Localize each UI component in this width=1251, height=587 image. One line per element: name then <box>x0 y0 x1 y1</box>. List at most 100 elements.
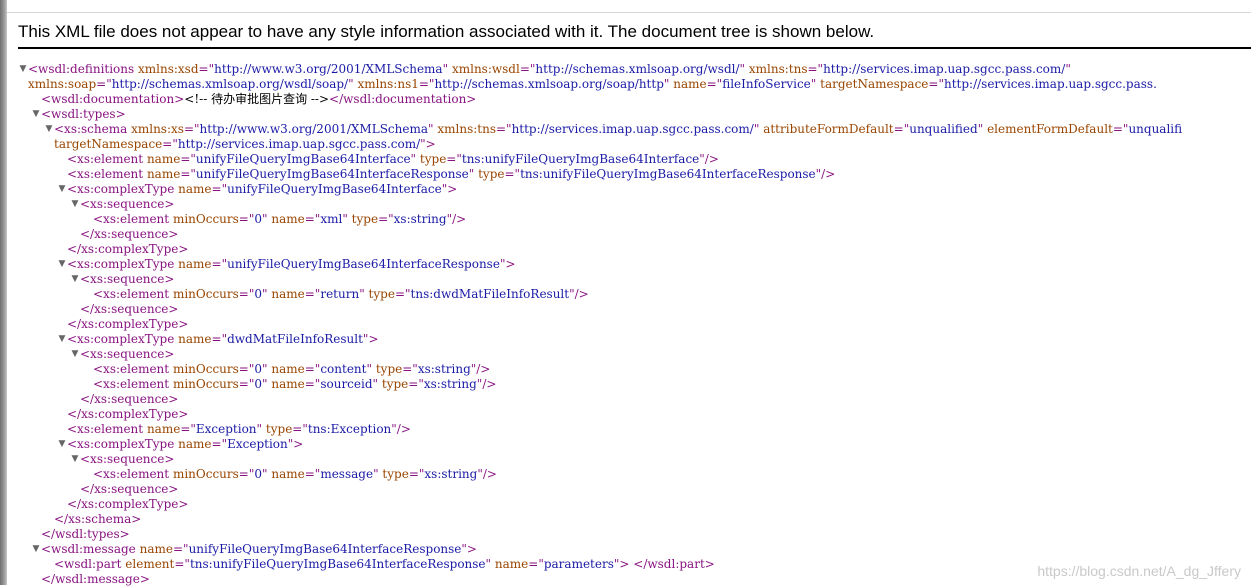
xml-line-content: <xs:sequence> <box>80 272 174 287</box>
xml-line-content: <xs:complexType name="Exception"> <box>67 437 303 452</box>
xml-tag-text: "> <box>613 557 630 571</box>
xml-tag-text: "/> <box>476 377 497 391</box>
xml-tag-text: =" <box>96 77 112 91</box>
xml-tag-text: =" <box>198 62 215 76</box>
xml-attr-value: return <box>320 287 360 301</box>
xml-line-content: </xs:complexType> <box>67 317 188 332</box>
xml-attr-value: 0 <box>254 377 263 391</box>
xml-tag-text: " <box>1065 62 1071 76</box>
collapse-toggle-icon[interactable]: ▼ <box>57 257 67 272</box>
collapse-toggle-icon[interactable]: ▼ <box>44 122 54 137</box>
xml-attr-name: minOccurs <box>172 362 239 376</box>
collapse-toggle-icon[interactable]: ▼ <box>70 452 80 467</box>
xml-line-content: </xs:complexType> <box>67 497 188 512</box>
xml-attr-value: 0 <box>254 212 263 226</box>
xml-tag-text: "> <box>420 137 436 151</box>
xml-line-content: <xs:sequence> <box>80 452 174 467</box>
xml-attr-name: type <box>478 167 505 181</box>
xml-line-content: <wsdl:part element="tns:unifyFileQueryIm… <box>54 557 715 572</box>
xml-attr-value: http://services.imap.uap.sgcc.pass.com/ <box>823 62 1066 76</box>
xml-tag-text: =" <box>519 62 536 76</box>
xml-tag-text: =" <box>1112 122 1129 136</box>
xml-attr-value: http://services.imap.uap.sgcc.pass.com/ <box>177 137 421 151</box>
xml-line-content: <xs:element minOccurs="0" name="xml" typ… <box>93 212 466 227</box>
collapse-toggle-icon[interactable]: ▼ <box>57 437 67 452</box>
xml-tree-line: ▼ <xs:sequence> <box>0 272 1251 287</box>
xml-attr-name: xmlns:tns <box>748 62 808 76</box>
xml-attr-value: http://schemas.xmlsoap.org/wsdl/ <box>535 62 740 76</box>
xml-line-content: </wsdl:types> <box>41 527 130 542</box>
xml-line-content: <wsdl:definitions xmlns:xsd="http://www.… <box>28 62 1071 77</box>
xml-tag-text: "/> <box>446 212 467 226</box>
collapse-toggle-icon[interactable]: ▼ <box>57 182 67 197</box>
watermark: https://blog.csdn.net/A_dg_Jffery <box>1037 563 1241 579</box>
xml-tree-line: <xs:element minOccurs="0" name="xml" typ… <box>0 212 1251 227</box>
xml-attr-name: xmlns:wsdl <box>451 62 520 76</box>
collapse-toggle-icon[interactable]: ▼ <box>18 62 28 77</box>
xml-tag-text: </xs:sequence> <box>80 482 179 496</box>
xml-tag-text: <xs:element <box>67 422 144 436</box>
xml-tag-text: =" <box>180 167 196 181</box>
xml-tag-text: "> <box>287 437 304 451</box>
xml-line-content: </xs:schema> <box>54 512 141 527</box>
xml-attr-name: type <box>265 422 293 436</box>
xml-tag-text: =" <box>928 77 944 91</box>
xml-line-content: <wsdl:documentation><!-- 待办审批图片查询 --></w… <box>41 92 476 107</box>
xml-tag-text: <xs:schema <box>54 122 128 136</box>
xml-tag-text: <xs:element <box>93 212 170 226</box>
xml-tag-text: " <box>359 287 365 301</box>
xml-attr-name: type <box>381 377 409 391</box>
xml-attr-name: name <box>271 287 305 301</box>
xml-tag-text: "/> <box>569 287 589 301</box>
xml-tag-text: =" <box>172 542 189 556</box>
collapse-toggle-icon[interactable]: ▼ <box>57 332 67 347</box>
xml-tag-text: </xs:complexType> <box>67 317 189 331</box>
xml-tag-text: =" <box>180 152 196 166</box>
xml-tag-text: =" <box>304 377 321 391</box>
xml-attr-name: xmlns:soap <box>28 77 97 91</box>
xml-tag-text: <xs:complexType <box>67 257 175 271</box>
xml-tag-text: =" <box>394 287 411 301</box>
xml-attr-name: targetNamespace <box>820 77 929 91</box>
xml-line-content: <xs:element minOccurs="0" name="sourceid… <box>93 377 496 392</box>
xml-attr-value: 0 <box>254 467 263 481</box>
xml-tag-text: "/> <box>470 362 491 376</box>
xml-tag-text: =" <box>304 467 321 481</box>
xml-attr-name: type <box>382 467 409 481</box>
xml-line-content: <xs:element minOccurs="0" name="content"… <box>93 362 490 377</box>
collapse-toggle-icon[interactable]: ▼ <box>31 542 41 557</box>
collapse-toggle-icon[interactable]: ▼ <box>70 197 80 212</box>
xml-tag-text: <wsdl:message <box>41 542 136 556</box>
xml-tag-text: "> <box>362 332 379 346</box>
xml-tag-text: =" <box>495 122 512 136</box>
xml-tag-text: <xs:element <box>93 287 170 301</box>
xml-tree-line: ▼ <wsdl:definitions xmlns:xsd="http://www… <box>0 62 1251 77</box>
xml-tree-line: ▼ <wsdl:types> <box>0 107 1251 122</box>
xml-attr-value: unifyFileQueryImgBase64InterfaceResponse <box>227 257 500 271</box>
xml-line-content: <wsdl:message name="unifyFileQueryImgBas… <box>41 542 477 557</box>
xml-tag-text: <wsdl:definitions <box>28 62 135 76</box>
collapse-toggle-icon[interactable]: ▼ <box>70 272 80 287</box>
xml-tag-text: =" <box>893 122 910 136</box>
xml-tag-text: =" <box>238 287 255 301</box>
xml-attr-name: xmlns:xs <box>131 122 184 136</box>
xml-tag-text: =" <box>304 212 321 226</box>
xml-tree-line: </xs:sequence> <box>0 302 1251 317</box>
xml-attr-value: dwdMatFileInfoResult <box>227 332 363 346</box>
xml-tree-line: <xs:element minOccurs="0" name="return" … <box>0 287 1251 302</box>
xml-tag-text: </wsdl:part> <box>633 557 715 571</box>
xml-attr-name: name <box>271 212 305 226</box>
xml-tag-text: <xs:element <box>93 377 170 391</box>
collapse-toggle-icon[interactable]: ▼ <box>31 107 41 122</box>
xml-tag-text: =" <box>238 467 255 481</box>
xml-tag-text: <xs:sequence> <box>80 197 175 211</box>
xml-attr-name: xmlns:ns1 <box>357 77 419 91</box>
xml-line-content: <xs:element name="unifyFileQueryImgBase6… <box>67 152 719 167</box>
xml-line-content: <xs:sequence> <box>80 347 174 362</box>
xml-tag-text: <xs:element <box>67 152 144 166</box>
xml-attr-value: unifyFileQueryImgBase64InterfaceResponse <box>195 167 469 181</box>
collapse-toggle-icon[interactable]: ▼ <box>70 347 80 362</box>
xml-tag-text: " <box>348 77 354 91</box>
xml-tag-text: </xs:sequence> <box>80 392 179 406</box>
xml-line-content: </xs:sequence> <box>80 392 178 407</box>
